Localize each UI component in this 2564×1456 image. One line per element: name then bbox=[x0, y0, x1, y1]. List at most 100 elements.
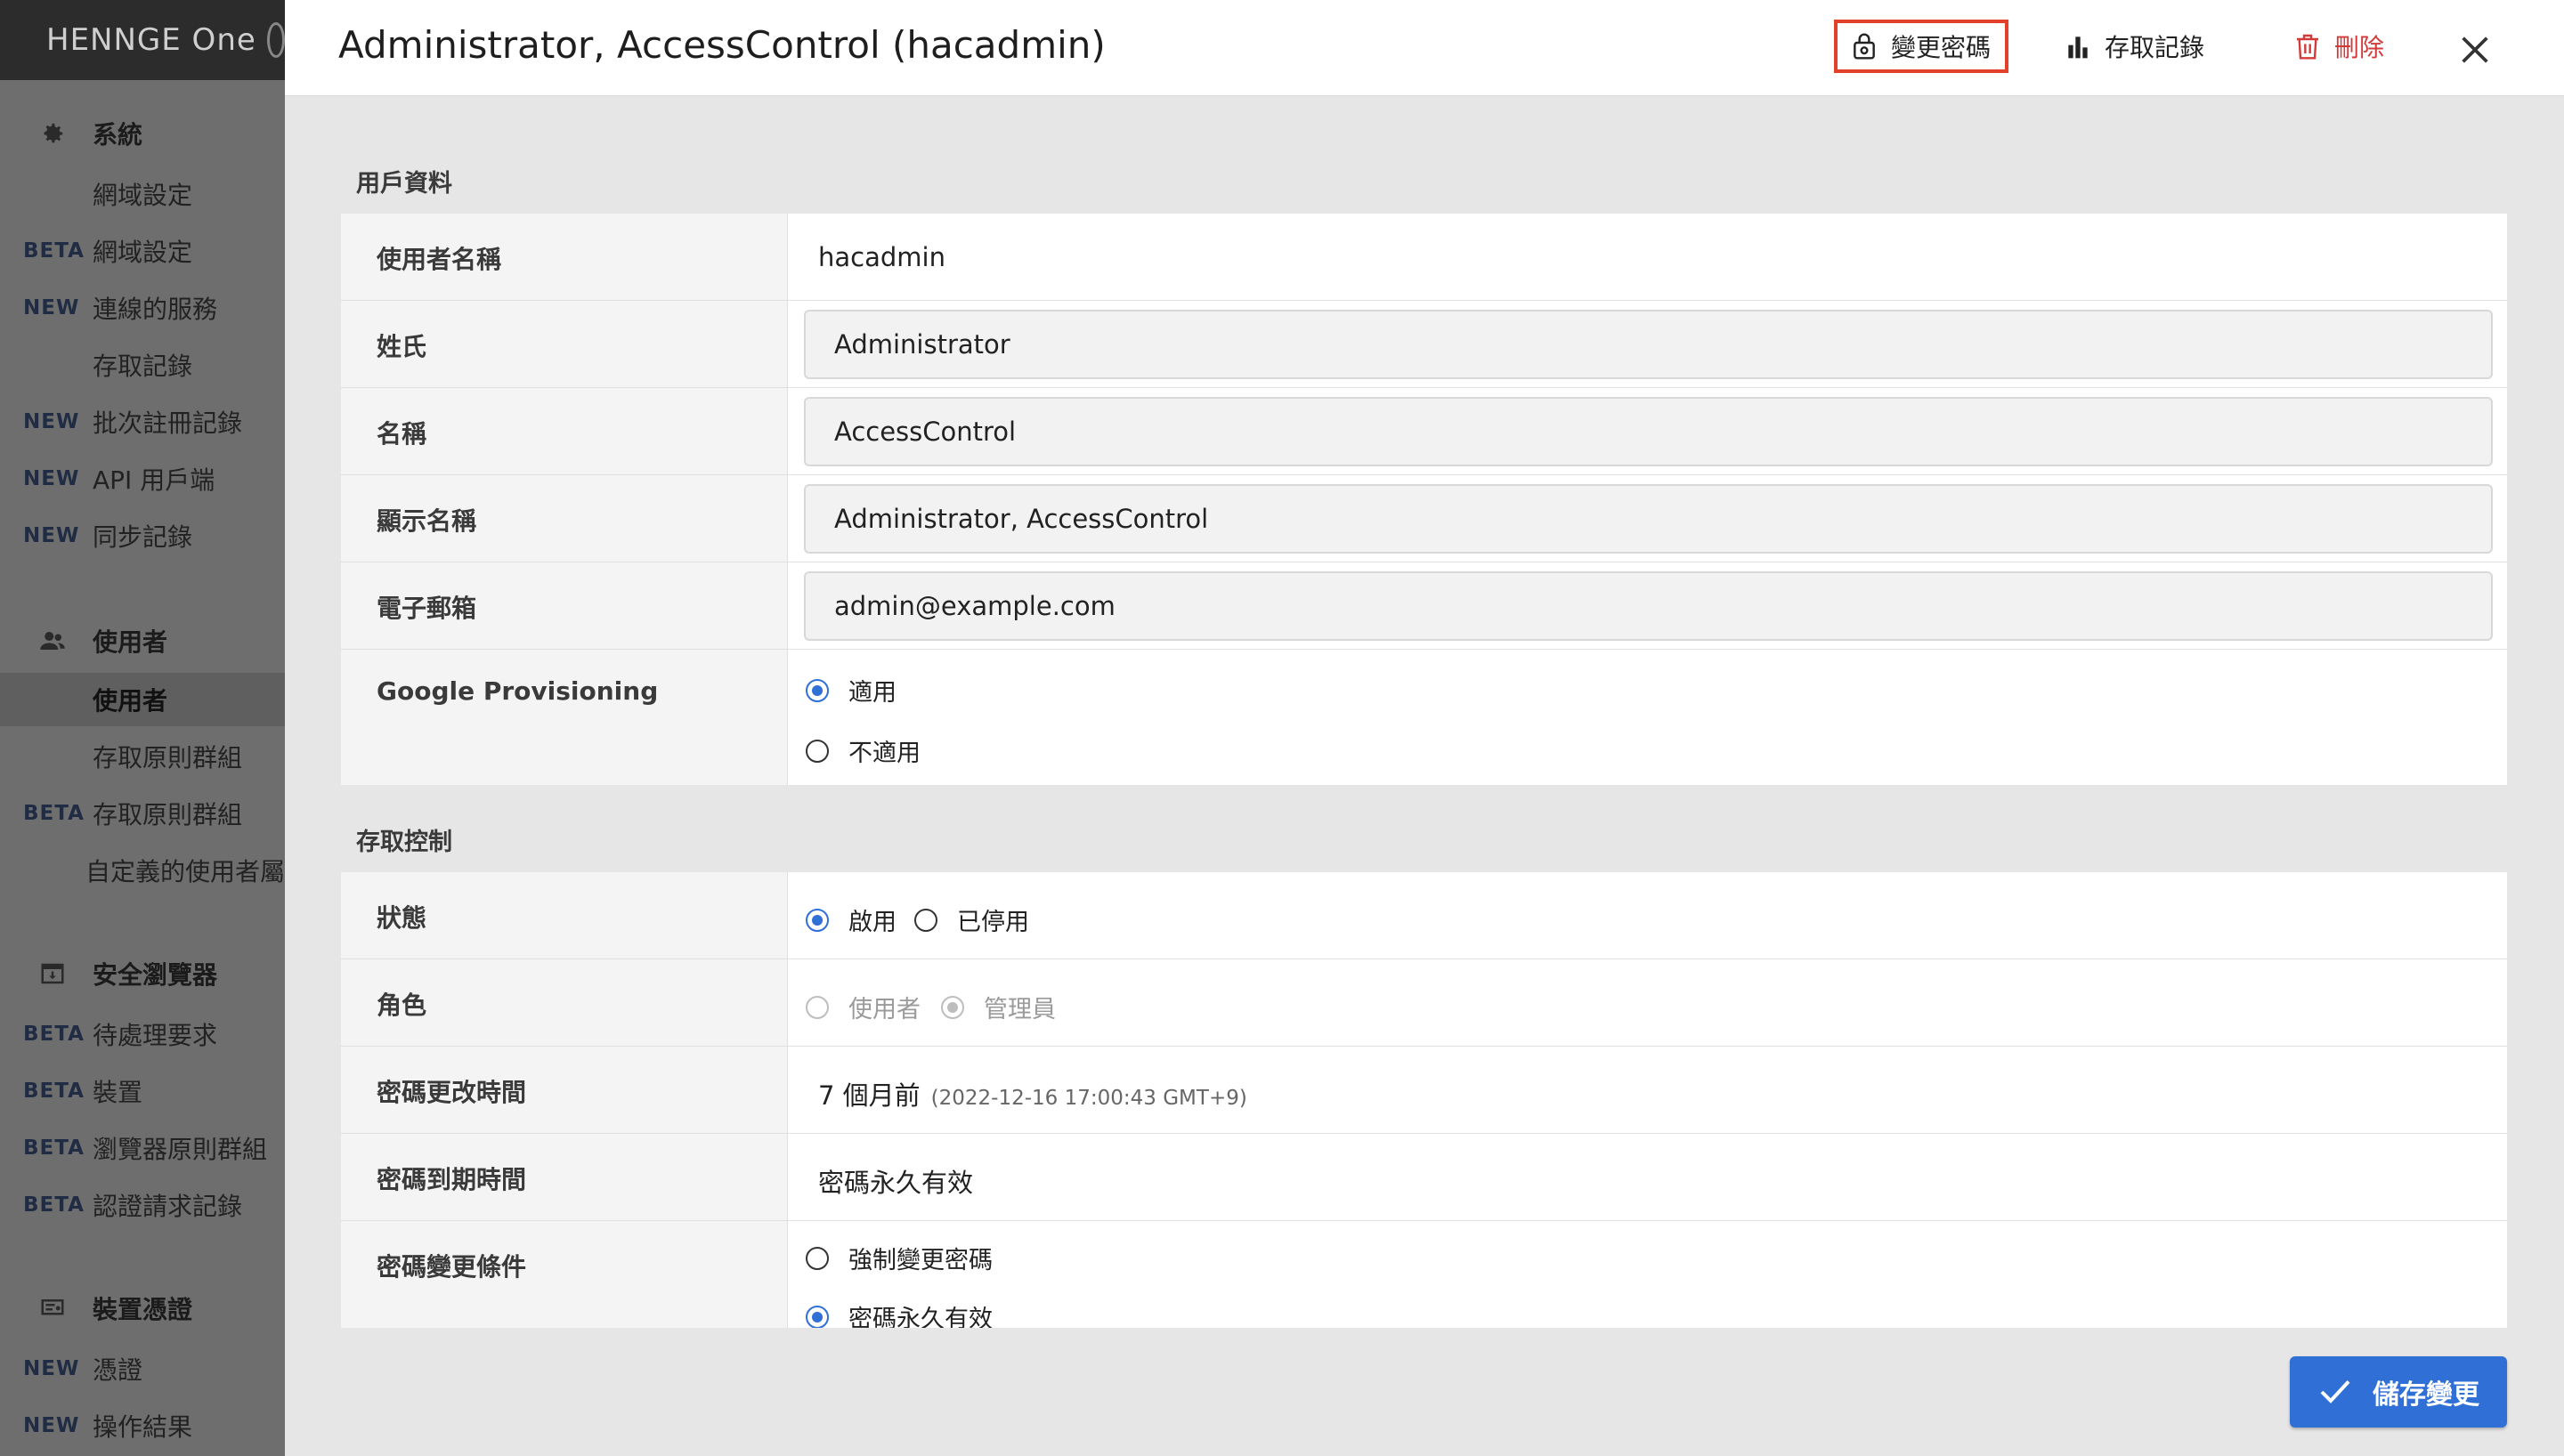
password-changed-relative: 7 個月前 bbox=[818, 1080, 921, 1111]
radio-label: 已停用 bbox=[957, 909, 1029, 936]
force-password-change-radio[interactable]: 強制變更密碼 bbox=[806, 1241, 993, 1275]
role-label: 角色 bbox=[341, 959, 788, 1046]
sidebar-item-domain-settings-beta[interactable]: BETA 網域設定 bbox=[0, 224, 285, 278]
display-name-field[interactable] bbox=[804, 484, 2493, 554]
username-row: 使用者名稱 hacadmin bbox=[341, 214, 2507, 301]
radio-unselected-icon bbox=[806, 995, 829, 1019]
nav-tag: NEW bbox=[23, 524, 80, 547]
radio-label: 強制變更密碼 bbox=[848, 1247, 993, 1274]
nav-label: 使用者 bbox=[93, 686, 168, 716]
username-label: 使用者名稱 bbox=[341, 214, 788, 300]
role-user-radio: 使用者 bbox=[806, 990, 921, 1024]
access-log-button[interactable]: 存取記錄 bbox=[2064, 20, 2204, 73]
password-condition-row: 密碼變更條件 強制變更密碼 密碼永久有效 bbox=[341, 1221, 2507, 1335]
google-provisioning-row: Google Provisioning 適用 不適用 bbox=[341, 650, 2507, 785]
sidebar-item-access-log[interactable]: 存取記錄 bbox=[0, 338, 285, 392]
change-password-button[interactable]: 變更密碼 bbox=[1834, 20, 2008, 73]
display-name-row: 顯示名稱 bbox=[341, 475, 2507, 562]
username-value: hacadmin bbox=[818, 242, 945, 272]
sidebar-section-title: 使用者 bbox=[93, 627, 168, 657]
nav-tag: NEW bbox=[23, 467, 80, 490]
google-provisioning-disabled-radio[interactable]: 不適用 bbox=[806, 733, 921, 768]
nav-label: 存取原則群組 bbox=[93, 743, 243, 772]
nav-tag: NEW bbox=[23, 296, 80, 320]
radio-selected-icon bbox=[806, 678, 829, 702]
nav-tag: BETA bbox=[23, 1080, 85, 1103]
sidebar-item-pending-requests[interactable]: BETA 待處理要求 bbox=[0, 1007, 285, 1061]
delete-label: 刪除 bbox=[2334, 33, 2385, 62]
brand-name: HENNGE One bbox=[46, 22, 256, 58]
nav-tag: BETA bbox=[23, 1136, 85, 1160]
password-changed-value: 7 個月前 (2022-12-16 17:00:43 GMT+9) bbox=[818, 1075, 1247, 1112]
first-name-field[interactable] bbox=[804, 397, 2493, 466]
nav-label: 連線的服務 bbox=[93, 295, 218, 324]
save-changes-label: 儲存變更 bbox=[2373, 1379, 2479, 1411]
first-name-label: 名稱 bbox=[341, 388, 788, 474]
nav-label: 認證請求記錄 bbox=[93, 1192, 243, 1221]
radio-label: 啟用 bbox=[848, 909, 897, 936]
sidebar-section-users: 使用者 bbox=[0, 614, 285, 667]
last-name-field[interactable] bbox=[804, 310, 2493, 379]
sidebar-item-bulk-registration-log[interactable]: NEW 批次註冊記錄 bbox=[0, 395, 285, 449]
nav-tag: NEW bbox=[23, 1357, 80, 1380]
email-label: 電子郵箱 bbox=[341, 562, 788, 649]
password-changed-label: 密碼更改時間 bbox=[341, 1047, 788, 1133]
delete-button[interactable]: 刪除 bbox=[2293, 20, 2384, 73]
status-enabled-radio[interactable]: 啟用 bbox=[806, 902, 897, 937]
sidebar-item-access-policy-groups[interactable]: 存取原則群組 bbox=[0, 730, 285, 783]
sidebar-section-title: 安全瀏覽器 bbox=[93, 960, 218, 990]
radio-unselected-icon bbox=[806, 739, 829, 763]
close-button[interactable] bbox=[2457, 23, 2493, 77]
role-row: 角色 使用者 管理員 bbox=[341, 959, 2507, 1047]
check-icon bbox=[2320, 1379, 2350, 1403]
access-log-label: 存取記錄 bbox=[2105, 33, 2205, 62]
last-name-label: 姓氏 bbox=[341, 301, 788, 387]
sidebar-item-devices[interactable]: BETA 裝置 bbox=[0, 1064, 285, 1118]
sidebar-item-users[interactable]: 使用者 bbox=[0, 673, 285, 726]
sidebar-item-certificates[interactable]: NEW 憑證 bbox=[0, 1342, 285, 1395]
access-control-section-title: 存取控制 bbox=[356, 829, 452, 856]
nav-label: 瀏覽器原則群組 bbox=[93, 1135, 268, 1164]
password-expiry-label: 密碼到期時間 bbox=[341, 1134, 788, 1220]
nav-label: 同步記錄 bbox=[93, 522, 193, 552]
dialog-footer bbox=[285, 1328, 2564, 1456]
nav-label: 存取記錄 bbox=[93, 352, 193, 381]
password-condition-label: 密碼變更條件 bbox=[341, 1221, 788, 1335]
password-expiry-value: 密碼永久有效 bbox=[818, 1168, 974, 1198]
email-field[interactable] bbox=[804, 571, 2493, 641]
sidebar-item-access-policy-groups-beta[interactable]: BETA 存取原則群組 bbox=[0, 787, 285, 840]
radio-selected-icon bbox=[806, 1305, 829, 1329]
nav-tag: BETA bbox=[23, 239, 85, 263]
user-info-section-title: 用戶資料 bbox=[356, 170, 452, 198]
save-changes-button[interactable]: 儲存變更 bbox=[2290, 1356, 2507, 1428]
sidebar-section-system: 系統 bbox=[0, 107, 285, 160]
trash-icon bbox=[2297, 34, 2318, 60]
sidebar-item-domain-settings[interactable]: 網域設定 bbox=[0, 167, 285, 221]
nav-label: 裝置 bbox=[93, 1078, 143, 1107]
users-icon bbox=[40, 632, 65, 650]
status-disabled-radio[interactable]: 已停用 bbox=[914, 902, 1029, 937]
nav-tag: BETA bbox=[23, 802, 85, 825]
sidebar-item-browser-policy-groups[interactable]: BETA 瀏覽器原則群組 bbox=[0, 1121, 285, 1175]
sidebar-item-auth-request-log[interactable]: BETA 認證請求記錄 bbox=[0, 1178, 285, 1232]
display-name-label: 顯示名稱 bbox=[341, 475, 788, 562]
bar-chart-icon bbox=[2068, 36, 2088, 59]
sidebar-item-operation-results[interactable]: NEW 操作結果 bbox=[0, 1399, 285, 1452]
sidebar-item-sync-log[interactable]: NEW 同步記錄 bbox=[0, 509, 285, 562]
google-provisioning-enabled-radio[interactable]: 適用 bbox=[806, 673, 897, 708]
password-expiry-row: 密碼到期時間 密碼永久有效 bbox=[341, 1134, 2507, 1221]
brand-logo[interactable]: HENNGE One bbox=[0, 0, 285, 80]
sidebar-section-title: 系統 bbox=[93, 120, 143, 150]
sidebar-item-custom-user-attributes[interactable]: 自定義的使用者屬 bbox=[0, 844, 285, 897]
sidebar: HENNGE One 系統 網域設定 BETA 網域設定 NEW 連線的服務 存取記… bbox=[0, 0, 285, 1456]
sidebar-item-api-clients[interactable]: NEW API 用戶端 bbox=[0, 452, 285, 506]
nav-tag: NEW bbox=[23, 410, 80, 433]
radio-selected-icon bbox=[806, 908, 829, 932]
nav-label: 批次註冊記錄 bbox=[93, 408, 243, 438]
nav-label: 憑證 bbox=[93, 1355, 143, 1385]
nav-label: 網域設定 bbox=[93, 238, 193, 267]
sidebar-section-title: 裝置憑證 bbox=[93, 1295, 193, 1324]
dialog-header: Administrator, AccessControl (hacadmin) … bbox=[285, 0, 2564, 96]
sidebar-item-connected-services[interactable]: NEW 連線的服務 bbox=[0, 281, 285, 335]
share-icon bbox=[266, 22, 285, 58]
